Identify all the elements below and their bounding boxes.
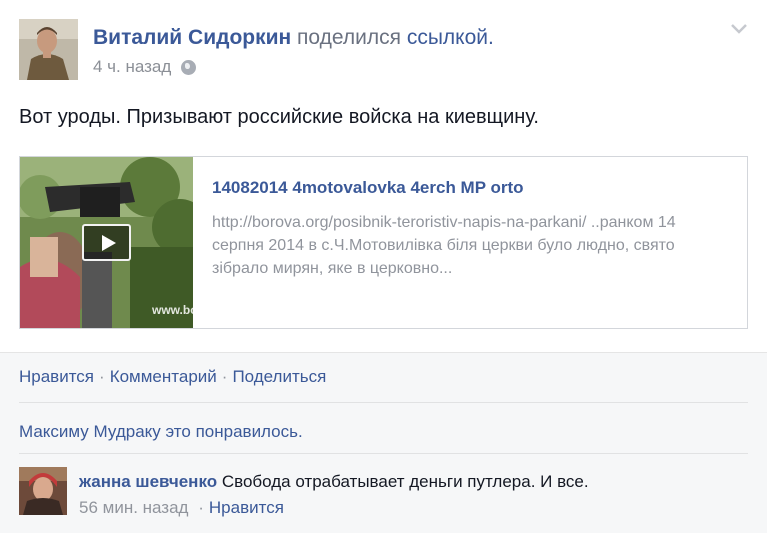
post-message: Вот уроды. Призывают российские войска н… xyxy=(19,106,539,128)
action-link[interactable]: ссылкой. xyxy=(407,26,494,49)
commenter-avatar[interactable] xyxy=(19,467,67,515)
post-header: Виталий Сидоркин поделился ссылкой. xyxy=(93,26,494,50)
commenter-name[interactable]: жанна шевченко xyxy=(79,472,217,491)
post-meta: 4 ч. назад xyxy=(93,57,197,77)
link-preview-card[interactable]: www.bo 14082014 4motovalovka 4erch MP or… xyxy=(19,156,748,329)
divider xyxy=(19,402,748,403)
author-avatar[interactable] xyxy=(19,19,78,80)
link-description: http://borova.org/posibnik-teroristiv-na… xyxy=(212,214,676,277)
comment-like-button[interactable]: Нравится xyxy=(209,498,284,517)
comment: жанна шевченко Свобода отрабатывает день… xyxy=(79,472,589,492)
thumbnail-watermark: www.bo xyxy=(152,303,193,317)
comment-text: Свобода отрабатывает деньги путлера. И в… xyxy=(221,472,589,491)
author-name[interactable]: Виталий Сидоркин xyxy=(93,26,291,49)
share-button[interactable]: Поделиться xyxy=(232,367,326,386)
like-button[interactable]: Нравится xyxy=(19,367,94,386)
link-thumbnail[interactable]: www.bo xyxy=(20,157,193,328)
comment-button[interactable]: Комментарий xyxy=(110,367,217,386)
divider xyxy=(19,453,748,454)
likes-summary[interactable]: Максиму Мудраку это понравилось. xyxy=(19,422,303,442)
comment-meta: 56 мин. назад · Нравится xyxy=(79,498,284,518)
post-footer: Нравится · Комментарий · Поделиться Максиму … xyxy=(0,352,767,533)
action-text: поделился xyxy=(297,26,401,49)
comment-separator: · xyxy=(198,498,204,517)
chevron-down-icon[interactable] xyxy=(730,22,748,36)
feed-post: Виталий Сидоркин поделился ссылкой. 4 ч.… xyxy=(0,0,767,352)
comment-timestamp[interactable]: 56 мин. назад xyxy=(79,498,188,517)
globe-icon[interactable] xyxy=(181,59,197,75)
link-title[interactable]: 14082014 4motovalovka 4erch MP orto xyxy=(212,178,524,198)
action-separator: · xyxy=(99,367,105,386)
post-timestamp[interactable]: 4 ч. назад xyxy=(93,57,171,77)
post-actions: Нравится · Комментарий · Поделиться xyxy=(19,367,326,387)
action-separator: · xyxy=(221,367,228,386)
play-icon[interactable] xyxy=(82,224,131,261)
